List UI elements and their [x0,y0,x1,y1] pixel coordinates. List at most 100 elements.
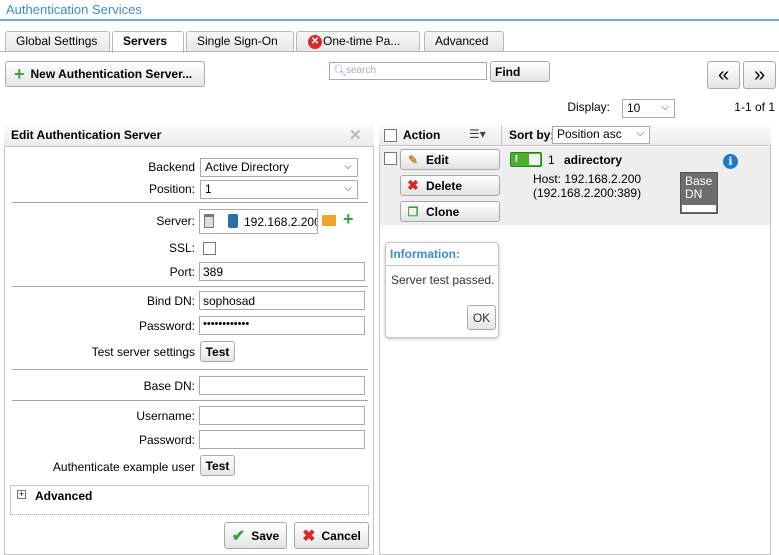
edit-button[interactable]: ✎ Edit [400,149,500,170]
edit-panel-title: Edit Authentication Server [11,128,162,142]
search-icon: 🔍︎ [333,65,347,77]
range-label: 1-1 of 1 [734,100,775,114]
server-field[interactable]: 192.168.2.200 [199,209,318,234]
chevron-down-icon: ⌵ [344,161,352,172]
clone-button[interactable]: ❐ Clone [400,201,500,222]
password-input[interactable]: •••••••••••• [199,316,365,335]
tab-advanced[interactable]: Advanced [424,31,504,52]
new-server-label: New Authentication Server... [30,67,193,81]
position-select[interactable]: 1 ⌵ [200,180,358,199]
display-label: Display: [567,100,610,114]
divider [12,369,368,370]
tabs-divider [0,51,779,52]
advanced-label: Advanced [35,489,93,503]
error-icon: ✕ [308,35,322,49]
tab-single-sign-on[interactable]: Single Sign-On [186,31,294,52]
ssl-checkbox[interactable] [203,242,216,255]
backend-label: Backend [148,160,195,174]
row-host-port: (192.168.2.200:389) [533,186,642,200]
sort-label: Sort by: [509,128,555,142]
tab-global-settings[interactable]: Global Settings [5,31,110,52]
find-button[interactable]: Find [490,61,550,82]
close-icon[interactable]: ✕ [349,126,362,144]
bind-dn-label: Bind DN: [146,294,195,308]
auth-example-label: Authenticate example user [52,460,195,474]
test-user-button[interactable]: Test [200,455,235,476]
backend-select[interactable]: Active Directory ⌵ [200,158,358,177]
search-placeholder: search [346,65,377,76]
cancel-label: Cancel [321,528,361,543]
x-icon: ✖ [302,527,316,545]
badge-bar [682,205,716,212]
info-message: Server test passed. [391,273,495,287]
enabled-toggle[interactable]: I [510,152,542,167]
save-label: Save [251,528,280,543]
app-title: Authentication Services [6,2,142,17]
next-page-button[interactable]: » [743,61,776,89]
display-select[interactable]: 10 ⌵ [622,99,675,118]
select-all-checkbox[interactable] [384,129,397,142]
sort-select[interactable]: Position asc ⌵ [552,126,650,144]
delete-icon: ✖ [407,177,419,193]
port-input[interactable] [199,262,365,281]
divider [12,400,368,401]
row-host: Host: 192.168.2.200 [533,172,642,186]
base-dn-badge: Base DN [680,172,718,214]
delete-label: Delete [426,178,463,193]
action-header: Action [403,128,441,142]
toggle-label: I [515,154,518,165]
port-label: Port: [169,265,195,279]
backend-value: Active Directory [205,160,290,174]
add-icon[interactable]: + [343,209,354,230]
divider [12,286,368,287]
folder-icon[interactable] [322,215,336,226]
password2-label: Password: [138,433,195,447]
edit-icon: ✎ [407,152,419,167]
plus-icon: + [14,64,25,84]
new-server-button[interactable]: + New Authentication Server... [5,61,205,87]
cancel-button[interactable]: ✖ Cancel [294,522,369,549]
test-settings-label: Test server settings [91,345,195,359]
info-divider [386,265,498,266]
password-label: Password: [138,319,195,333]
trash-icon[interactable] [204,214,214,228]
bind-dn-input[interactable] [199,291,365,310]
tab-servers[interactable]: Servers [112,31,184,53]
username-label: Username: [136,409,195,423]
info-icon[interactable]: i [723,154,738,169]
password2-input[interactable] [199,430,365,449]
toggle-knob [529,154,540,165]
server-icon [228,214,238,228]
edit-label: Edit [426,152,449,167]
sort-value: Position asc [557,127,622,141]
ssl-label: SSL: [168,241,195,255]
position-value: 1 [205,182,212,196]
column-menu-icon[interactable]: ☰▾ [469,127,486,141]
expand-icon[interactable]: + [17,490,26,499]
base-dn-label: Base DN: [143,379,195,393]
ok-button[interactable]: OK [467,305,496,330]
chevron-down-icon: ⌵ [636,128,644,139]
server-label: Server: [156,214,195,228]
display-value: 10 [627,101,641,115]
tab-label: One-time Pa... [323,34,401,48]
clone-label: Clone [426,204,460,219]
row-number: 1 [548,153,555,167]
base-dn-badge-label: Base DN [685,174,713,201]
header-divider [501,126,502,146]
check-icon: ✔ [231,527,246,545]
delete-button[interactable]: ✖ Delete [400,175,500,196]
search-box[interactable]: 🔍︎ search [329,62,487,80]
base-dn-input[interactable] [199,376,365,395]
save-button[interactable]: ✔ Save [224,522,287,549]
info-title: Information: [390,247,460,261]
server-value: 192.168.2.200 [244,215,318,229]
tab-one-time-password[interactable]: ✕ One-time Pa... [296,31,420,52]
chevron-down-icon: ⌵ [661,102,669,113]
prev-page-button[interactable]: « [707,61,740,89]
row-checkbox[interactable] [384,152,397,165]
username-input[interactable] [199,406,365,425]
test-server-button[interactable]: Test [200,341,235,362]
chevron-down-icon: ⌵ [344,183,352,194]
position-label: Position: [148,182,195,196]
